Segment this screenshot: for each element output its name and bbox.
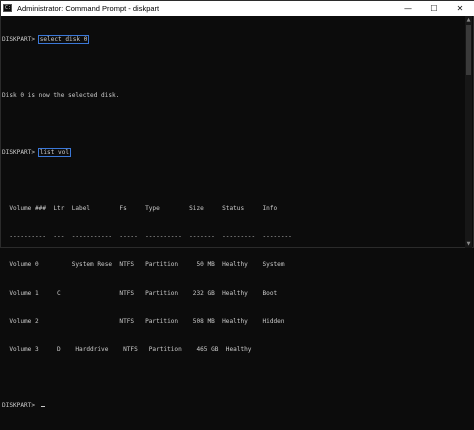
prompt: DISKPART> (2, 402, 39, 410)
maximize-button[interactable]: ☐ (421, 1, 447, 16)
output-line: Disk 0 is now the selected disk. (2, 92, 120, 100)
prompt: DISKPART> (2, 35, 39, 43)
title-bar[interactable]: C:\ Administrator: Command Prompt - disk… (1, 1, 474, 16)
table-separator: ---------- --- ----------- ----- -------… (2, 233, 292, 241)
text-cursor (40, 406, 45, 408)
vertical-scrollbar[interactable]: ▲ ▼ (465, 16, 472, 248)
command-prompt-icon: C:\ (3, 4, 12, 12)
current-prompt-line: DISKPART> (2, 401, 467, 410)
window-title: Administrator: Command Prompt - diskpart (17, 4, 160, 13)
minimize-button[interactable]: — (395, 1, 421, 16)
prompt: DISKPART> (2, 148, 39, 156)
command-highlight: select disk 0 (37, 34, 90, 44)
console-output[interactable]: DISKPART> select disk 0 Disk 0 is now th… (1, 16, 467, 409)
scroll-down-arrow-icon[interactable]: ▼ (465, 240, 472, 248)
table-row: Volume 3 D Harddrive NTFS Partition 465 … (2, 346, 252, 354)
table-row: Volume 0 System Rese NTFS Partition 50 M… (2, 261, 285, 269)
command-highlight: list vol (37, 147, 72, 157)
table-row: Volume 2 NTFS Partition 508 MB Healthy H… (2, 317, 285, 325)
close-button[interactable]: ✕ (447, 1, 473, 16)
scroll-up-arrow-icon[interactable]: ▲ (465, 16, 472, 24)
table-row: Volume 1 C NTFS Partition 232 GB Healthy… (2, 289, 278, 297)
command-line-1: DISKPART> select disk 0 (2, 34, 467, 44)
command-prompt-window: C:\ Administrator: Command Prompt - disk… (0, 0, 474, 409)
scrollbar-thumb[interactable] (466, 25, 471, 75)
table-header: Volume ### Ltr Label Fs Type Size Status… (2, 205, 278, 213)
command-line-2: DISKPART> list vol (2, 147, 467, 157)
